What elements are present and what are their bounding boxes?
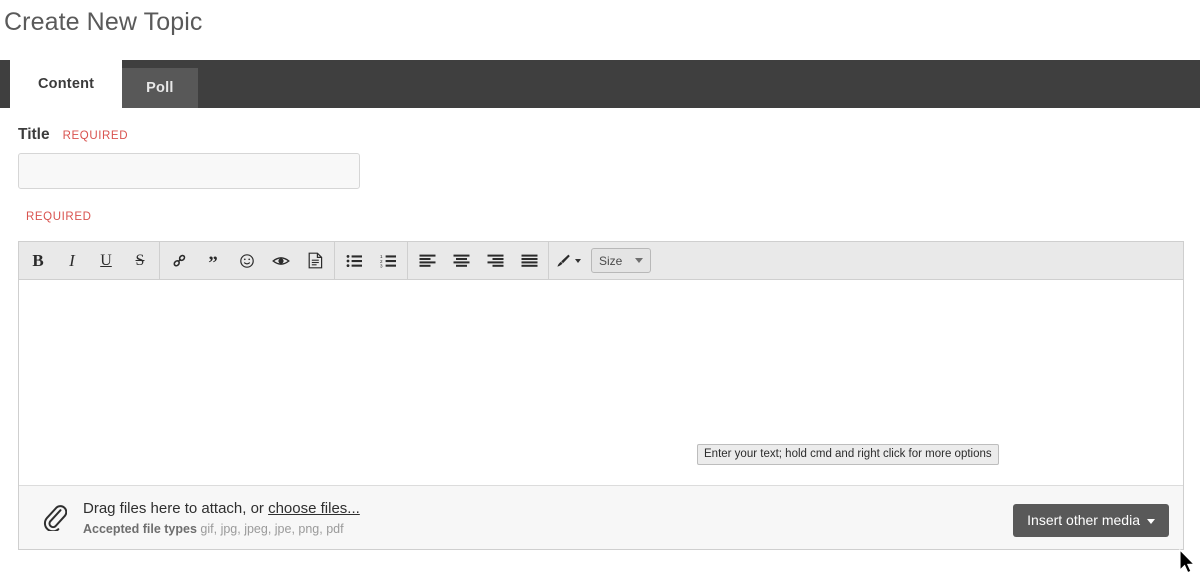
accepted-types-values: gif, jpg, jpeg, jpe, png, pdf — [200, 521, 344, 536]
quote-glyph: ” — [208, 252, 218, 274]
spoiler-eye-icon[interactable] — [264, 246, 298, 276]
quote-icon[interactable]: ” — [196, 246, 230, 276]
bold-icon[interactable]: B — [21, 246, 55, 276]
drag-files-text: Drag files here to attach, or — [83, 499, 269, 517]
underline-icon[interactable]: U — [89, 246, 123, 276]
italic-icon[interactable]: I — [55, 246, 89, 276]
accepted-types-line: Accepted file types gif, jpg, jpeg, jpe,… — [83, 522, 360, 536]
toolbar-group-color-size: Size — [549, 242, 653, 280]
tab-bar: Content Poll — [0, 60, 1200, 108]
tab-poll[interactable]: Poll — [122, 68, 198, 108]
ordered-list-icon[interactable]: 1 2 3 — [371, 246, 405, 276]
body-required-badge: REQUIRED — [26, 211, 92, 223]
emoji-icon[interactable] — [230, 246, 264, 276]
choose-files-link[interactable]: choose files... — [268, 500, 360, 517]
rich-text-editor: B I U S ” 1 2 3 Size Drag files here to … — [18, 241, 1184, 550]
brush-dropdown-caret-icon — [575, 258, 581, 263]
accepted-types-label: Accepted file types — [83, 521, 197, 536]
svg-text:3: 3 — [380, 263, 383, 267]
underline-glyph: U — [100, 251, 112, 269]
editor-tooltip: Enter your text; hold cmd and right clic… — [697, 444, 999, 465]
attachment-footer: Drag files here to attach, or choose fil… — [19, 485, 1183, 549]
insert-other-media-label: Insert other media — [1027, 512, 1140, 528]
toolbar-group-insert: ” — [160, 241, 335, 280]
insert-other-media-button[interactable]: Insert other media — [1013, 504, 1169, 537]
align-center-icon[interactable] — [444, 246, 478, 276]
strikethrough-icon[interactable]: S — [123, 246, 157, 276]
tab-content[interactable]: Content — [10, 60, 123, 108]
font-size-select[interactable]: Size — [591, 248, 651, 273]
strikethrough-glyph: S — [135, 251, 145, 269]
align-justify-icon[interactable] — [512, 246, 546, 276]
insert-media-caret-icon — [1147, 518, 1155, 524]
title-label-row: Title REQUIRED — [0, 108, 1200, 144]
toolbar-group-text-style: B I U S — [19, 241, 160, 280]
paperclip-icon — [37, 504, 71, 531]
page-title: Create New Topic — [4, 8, 203, 36]
editor-content-area[interactable] — [19, 280, 1183, 485]
editor-toolbar: B I U S ” 1 2 3 Size — [19, 241, 1183, 280]
mouse-cursor — [1178, 548, 1198, 582]
code-block-icon[interactable] — [298, 246, 332, 276]
toolbar-group-lists: 1 2 3 — [335, 241, 408, 280]
drag-files-line: Drag files here to attach, or choose fil… — [83, 500, 360, 517]
title-label: Title — [18, 126, 50, 143]
align-left-icon[interactable] — [410, 246, 444, 276]
toolbar-group-align — [408, 241, 549, 280]
chevron-down-icon — [635, 258, 643, 263]
align-right-icon[interactable] — [478, 246, 512, 276]
link-icon[interactable] — [162, 246, 196, 276]
bold-glyph: B — [32, 250, 44, 270]
font-size-label: Size — [599, 253, 623, 268]
unordered-list-icon[interactable] — [337, 246, 371, 276]
title-input[interactable] — [18, 153, 360, 189]
title-required-badge: REQUIRED — [62, 130, 129, 142]
text-color-brush-icon[interactable] — [551, 246, 585, 276]
topic-form: Title REQUIRED REQUIRED B I U S ” 1 2 3 … — [0, 108, 1200, 550]
attachment-text: Drag files here to attach, or choose fil… — [83, 500, 360, 536]
italic-glyph: I — [69, 250, 75, 270]
